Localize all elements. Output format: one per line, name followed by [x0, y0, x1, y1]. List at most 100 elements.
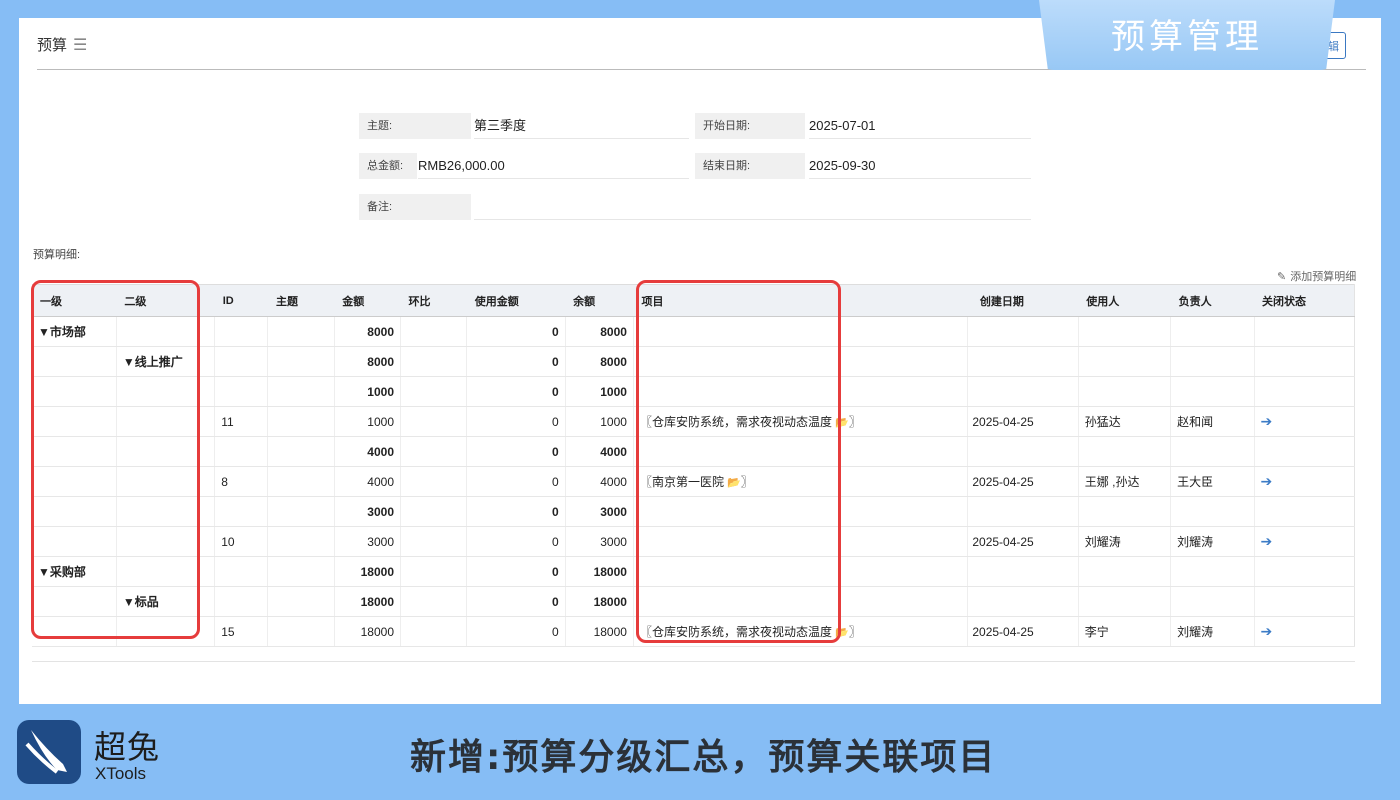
cell-user: [1078, 586, 1172, 617]
banner-title: 预算管理: [1111, 16, 1263, 57]
cell-user: [1078, 376, 1172, 407]
cell-owner: [1170, 556, 1255, 587]
arrow-right-icon[interactable]: ➔: [1261, 533, 1273, 549]
cell-created: 2025-04-25: [967, 466, 1079, 497]
cell-remain: 3000: [565, 526, 634, 557]
cell-used: 0: [466, 496, 566, 527]
col-close[interactable]: 关闭状态: [1254, 284, 1356, 317]
cell-topic: [267, 616, 335, 647]
cell-close[interactable]: ➔: [1254, 406, 1356, 437]
cell-remain: 1000: [565, 406, 634, 437]
col-user[interactable]: 使用人: [1078, 284, 1171, 317]
cell-user: 刘耀涛: [1078, 526, 1172, 557]
cell-mom: [400, 526, 468, 557]
cell-created: 2025-04-25: [967, 616, 1079, 647]
total-value: RMB26,000.00: [418, 153, 689, 179]
brand-name-cn: 超兔: [94, 728, 161, 766]
cell-topic: [267, 496, 335, 527]
col-topic[interactable]: 主题: [267, 284, 335, 317]
col-remain[interactable]: 余额: [565, 284, 634, 317]
xtools-logo-mark: [25, 730, 67, 774]
col-mom[interactable]: 环比: [400, 284, 467, 317]
cell-owner: [1170, 436, 1255, 467]
arrow-right-icon[interactable]: ➔: [1261, 623, 1273, 639]
cell-remain: 8000: [565, 346, 634, 377]
cell-remain: 18000: [565, 616, 634, 647]
cell-close: [1254, 346, 1356, 377]
cell-created: [967, 436, 1079, 467]
cell-owner: [1170, 496, 1255, 527]
cell-used: 0: [466, 526, 566, 557]
arrow-right-icon[interactable]: ➔: [1261, 473, 1273, 489]
cell-user: 李宁: [1078, 616, 1172, 647]
cell-used: 0: [466, 616, 566, 647]
cell-created: [967, 376, 1079, 407]
start-date-label: 开始日期:: [695, 113, 805, 139]
cell-remain: 4000: [565, 466, 634, 497]
cell-amount: 1000: [334, 406, 402, 437]
total-label: 总金额:: [359, 153, 417, 179]
start-date-value: 2025-07-01: [809, 113, 1031, 139]
col-id[interactable]: ID: [214, 284, 268, 317]
add-detail-link[interactable]: ✎ 添加预算明细: [1277, 268, 1356, 284]
cell-used: 0: [466, 406, 566, 437]
cell-close: [1254, 316, 1356, 347]
level-columns-highlight: [31, 280, 200, 639]
detail-section-title: 预算明细:: [33, 249, 81, 261]
cell-owner: 刘耀涛: [1170, 526, 1255, 557]
cell-amount: 3000: [334, 526, 402, 557]
cell-id: [214, 496, 269, 527]
cell-owner: [1170, 376, 1255, 407]
feature-slogan: 新增:预算分级汇总，预算关联项目: [410, 737, 997, 778]
col-owner[interactable]: 负责人: [1170, 284, 1255, 317]
end-date-value: 2025-09-30: [809, 153, 1031, 179]
cell-mom: [400, 586, 468, 617]
cell-topic: [267, 586, 335, 617]
cell-id: [214, 376, 269, 407]
cell-remain: 3000: [565, 496, 634, 527]
cell-topic: [267, 406, 335, 437]
cell-user: [1078, 556, 1172, 587]
cell-close[interactable]: ➔: [1254, 466, 1356, 497]
cell-amount: 4000: [334, 466, 402, 497]
cell-id[interactable]: 15: [214, 616, 269, 647]
col-used[interactable]: 使用金额: [466, 284, 566, 317]
remark-label: 备注:: [359, 194, 471, 220]
cell-close: [1254, 376, 1356, 407]
cell-amount: 18000: [334, 586, 402, 617]
cell-owner: [1170, 586, 1255, 617]
cell-close[interactable]: ➔: [1254, 616, 1356, 647]
subject-label: 主题:: [359, 113, 471, 139]
cell-id[interactable]: 11: [214, 406, 269, 437]
project-bracket: 〗: [848, 625, 861, 639]
cell-remain: 4000: [565, 436, 634, 467]
cell-user: 王娜 ,孙达: [1078, 466, 1172, 497]
title-banner: 预算管理: [1039, 0, 1335, 70]
table-bottom-divider: [32, 661, 1355, 662]
col-created[interactable]: 创建日期: [967, 284, 1079, 317]
cell-amount: 3000: [334, 496, 402, 527]
cell-topic: [267, 316, 335, 347]
cell-id[interactable]: 10: [214, 526, 269, 557]
cell-close: [1254, 496, 1356, 527]
subject-value: 第三季度: [474, 113, 689, 139]
cell-owner: [1170, 346, 1255, 377]
cell-used: 0: [466, 436, 566, 467]
arrow-right-icon[interactable]: ➔: [1261, 413, 1273, 429]
cell-topic: [267, 526, 335, 557]
col-amount[interactable]: 金额: [334, 284, 401, 317]
cell-id[interactable]: 8: [214, 466, 269, 497]
cell-amount: 18000: [334, 556, 402, 587]
cell-id: [214, 346, 269, 377]
cell-close[interactable]: ➔: [1254, 526, 1356, 557]
cell-topic: [267, 376, 335, 407]
cell-remain: 1000: [565, 376, 634, 407]
cell-created: [967, 586, 1079, 617]
menu-icon[interactable]: ☰: [73, 35, 87, 55]
cell-mom: [400, 616, 468, 647]
project-bracket: 〗: [848, 415, 861, 429]
cell-mom: [400, 436, 468, 467]
cell-mom: [400, 316, 468, 347]
cell-created: [967, 316, 1079, 347]
cell-id: [214, 556, 269, 587]
